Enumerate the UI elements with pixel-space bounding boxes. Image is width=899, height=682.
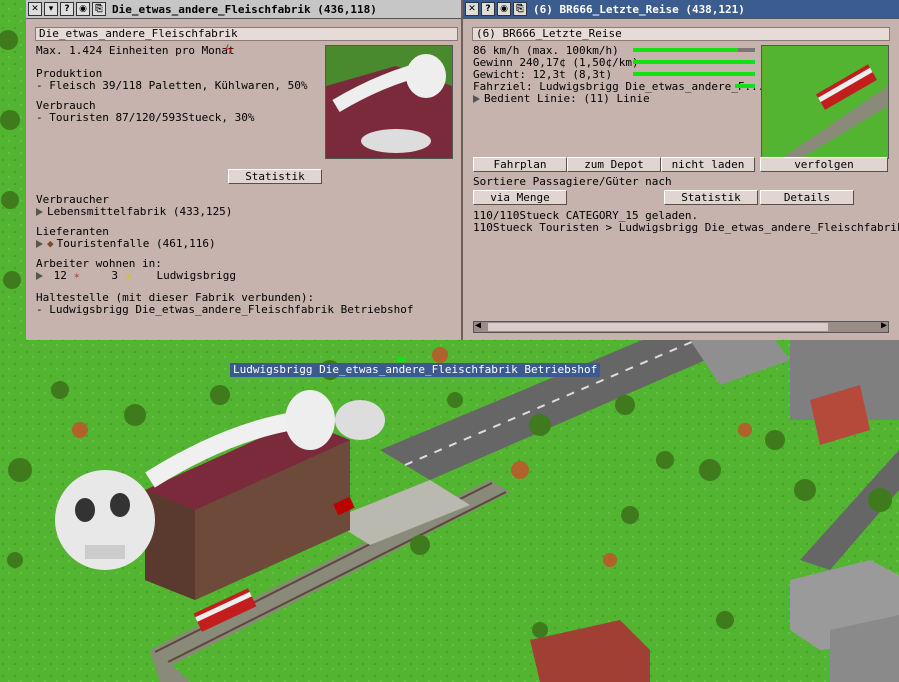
production-line: - Fleisch 39/118 Paletten, Kühlwaren, 50…	[36, 79, 308, 92]
speed-bar-fill	[633, 48, 738, 52]
workers-count-b: 3	[111, 269, 118, 282]
vehicle-window: ✕ ? ◉ ⎘ (6) BR666_Letzte_Reise (438,121)…	[463, 0, 899, 340]
station-marker	[397, 357, 405, 362]
worker-icon: ✶	[73, 269, 81, 282]
factory-window: ✕ ▾ ? ◉ ⎘ Die_etwas_andere_Fleischfabrik…	[26, 0, 463, 340]
workers-row[interactable]: 12 ✶ 3 ✉ Ludwigsbrigg	[36, 270, 236, 282]
lightning-icon: ϟ	[225, 43, 233, 57]
close-icon[interactable]: ✕	[465, 2, 479, 16]
supplier-item[interactable]: ◆ Touristenfalle (461,116)	[36, 238, 216, 250]
speed-bar	[633, 48, 755, 52]
help-icon[interactable]: ?	[481, 2, 495, 16]
sort-button[interactable]: via Menge	[473, 190, 567, 205]
destination-bar-fill	[735, 84, 755, 88]
weight-bar-fill	[633, 72, 755, 76]
goto-arrow-icon[interactable]	[36, 272, 43, 280]
vehicle-preview-image[interactable]	[761, 45, 889, 159]
station-tooltip: Ludwigsbrigg Die_etwas_andere_Fleischfab…	[230, 363, 601, 377]
factory-preview-image[interactable]	[325, 45, 453, 159]
vehicle-window-titlebar[interactable]: ✕ ? ◉ ⎘ (6) BR666_Letzte_Reise (438,121)	[463, 0, 899, 19]
no-load-button[interactable]: nicht laden	[661, 157, 755, 172]
schedule-button[interactable]: Fahrplan	[473, 157, 567, 172]
pin-icon[interactable]: ⎘	[92, 2, 106, 16]
vehicle-window-title: (6) BR666_Letzte_Reise (438,121)	[533, 2, 745, 16]
collapse-icon[interactable]: ▾	[44, 2, 58, 16]
factory-window-title: Die_etwas_andere_Fleischfabrik (436,118)	[112, 2, 377, 16]
stop-line[interactable]: - Ludwigsbrigg Die_etwas_andere_Fleischf…	[36, 304, 414, 316]
consumption-line: - Touristen 87/120/593Stueck, 30%	[36, 111, 255, 124]
scroll-left-icon[interactable]: ◀	[475, 320, 481, 331]
pin-icon[interactable]: ⎘	[513, 2, 527, 16]
depot-button[interactable]: zum Depot	[567, 157, 661, 172]
factory-statistics-button[interactable]: Statistik	[228, 169, 322, 184]
max-output-text: Max. 1.424 Einheiten pro Monat	[36, 44, 235, 57]
line-row[interactable]: Bedient Linie: (11) Linie	[473, 93, 650, 105]
profit-bar-fill	[633, 60, 755, 64]
cargo-line-2: 110Stueck Touristen > Ludwigsbrigg Die_e…	[473, 221, 899, 234]
supplier-item-label: Touristenfalle (461,116)	[56, 237, 216, 250]
profit-bar	[633, 60, 755, 64]
horizontal-scrollbar[interactable]: ◀ ▶	[473, 320, 889, 333]
help-icon[interactable]: ?	[60, 2, 74, 16]
close-icon[interactable]: ✕	[28, 2, 42, 16]
destination-bar	[735, 84, 755, 88]
workers-town: Ludwigsbrigg	[156, 269, 236, 282]
line-label: Bedient Linie: (11) Linie	[484, 92, 650, 105]
scrollbar-thumb[interactable]	[488, 323, 828, 331]
factory-preview-scene	[326, 54, 452, 158]
follow-button[interactable]: verfolgen	[760, 157, 888, 172]
details-button[interactable]: Details	[760, 190, 854, 205]
vehicle-name-field[interactable]: (6) BR666_Letzte_Reise	[472, 27, 890, 41]
consumer-item[interactable]: Lebensmittelfabrik (433,125)	[36, 206, 232, 218]
workers-count-a: 12	[53, 269, 67, 282]
mail-icon: ✉	[124, 269, 132, 282]
factory-window-titlebar[interactable]: ✕ ▾ ? ◉ ⎘ Die_etwas_andere_Fleischfabrik…	[26, 0, 461, 19]
goto-arrow-icon[interactable]	[36, 208, 43, 216]
consumer-item-label: Lebensmittelfabrik (433,125)	[47, 205, 233, 218]
vehicle-preview-scene	[782, 64, 888, 158]
factory-name-field[interactable]: Die_etwas_andere_Fleischfabrik	[35, 27, 458, 41]
scroll-right-icon[interactable]: ▶	[881, 320, 887, 331]
goto-icon[interactable]: ◉	[76, 2, 90, 16]
vehicle-statistics-button[interactable]: Statistik	[664, 190, 758, 205]
goto-arrow-icon[interactable]	[36, 240, 43, 248]
goto-arrow-icon[interactable]	[473, 95, 480, 103]
goods-icon: ◆	[47, 237, 54, 250]
weight-bar	[633, 72, 755, 76]
goto-icon[interactable]: ◉	[497, 2, 511, 16]
sort-label: Sortiere Passagiere/Güter nach	[473, 175, 672, 188]
